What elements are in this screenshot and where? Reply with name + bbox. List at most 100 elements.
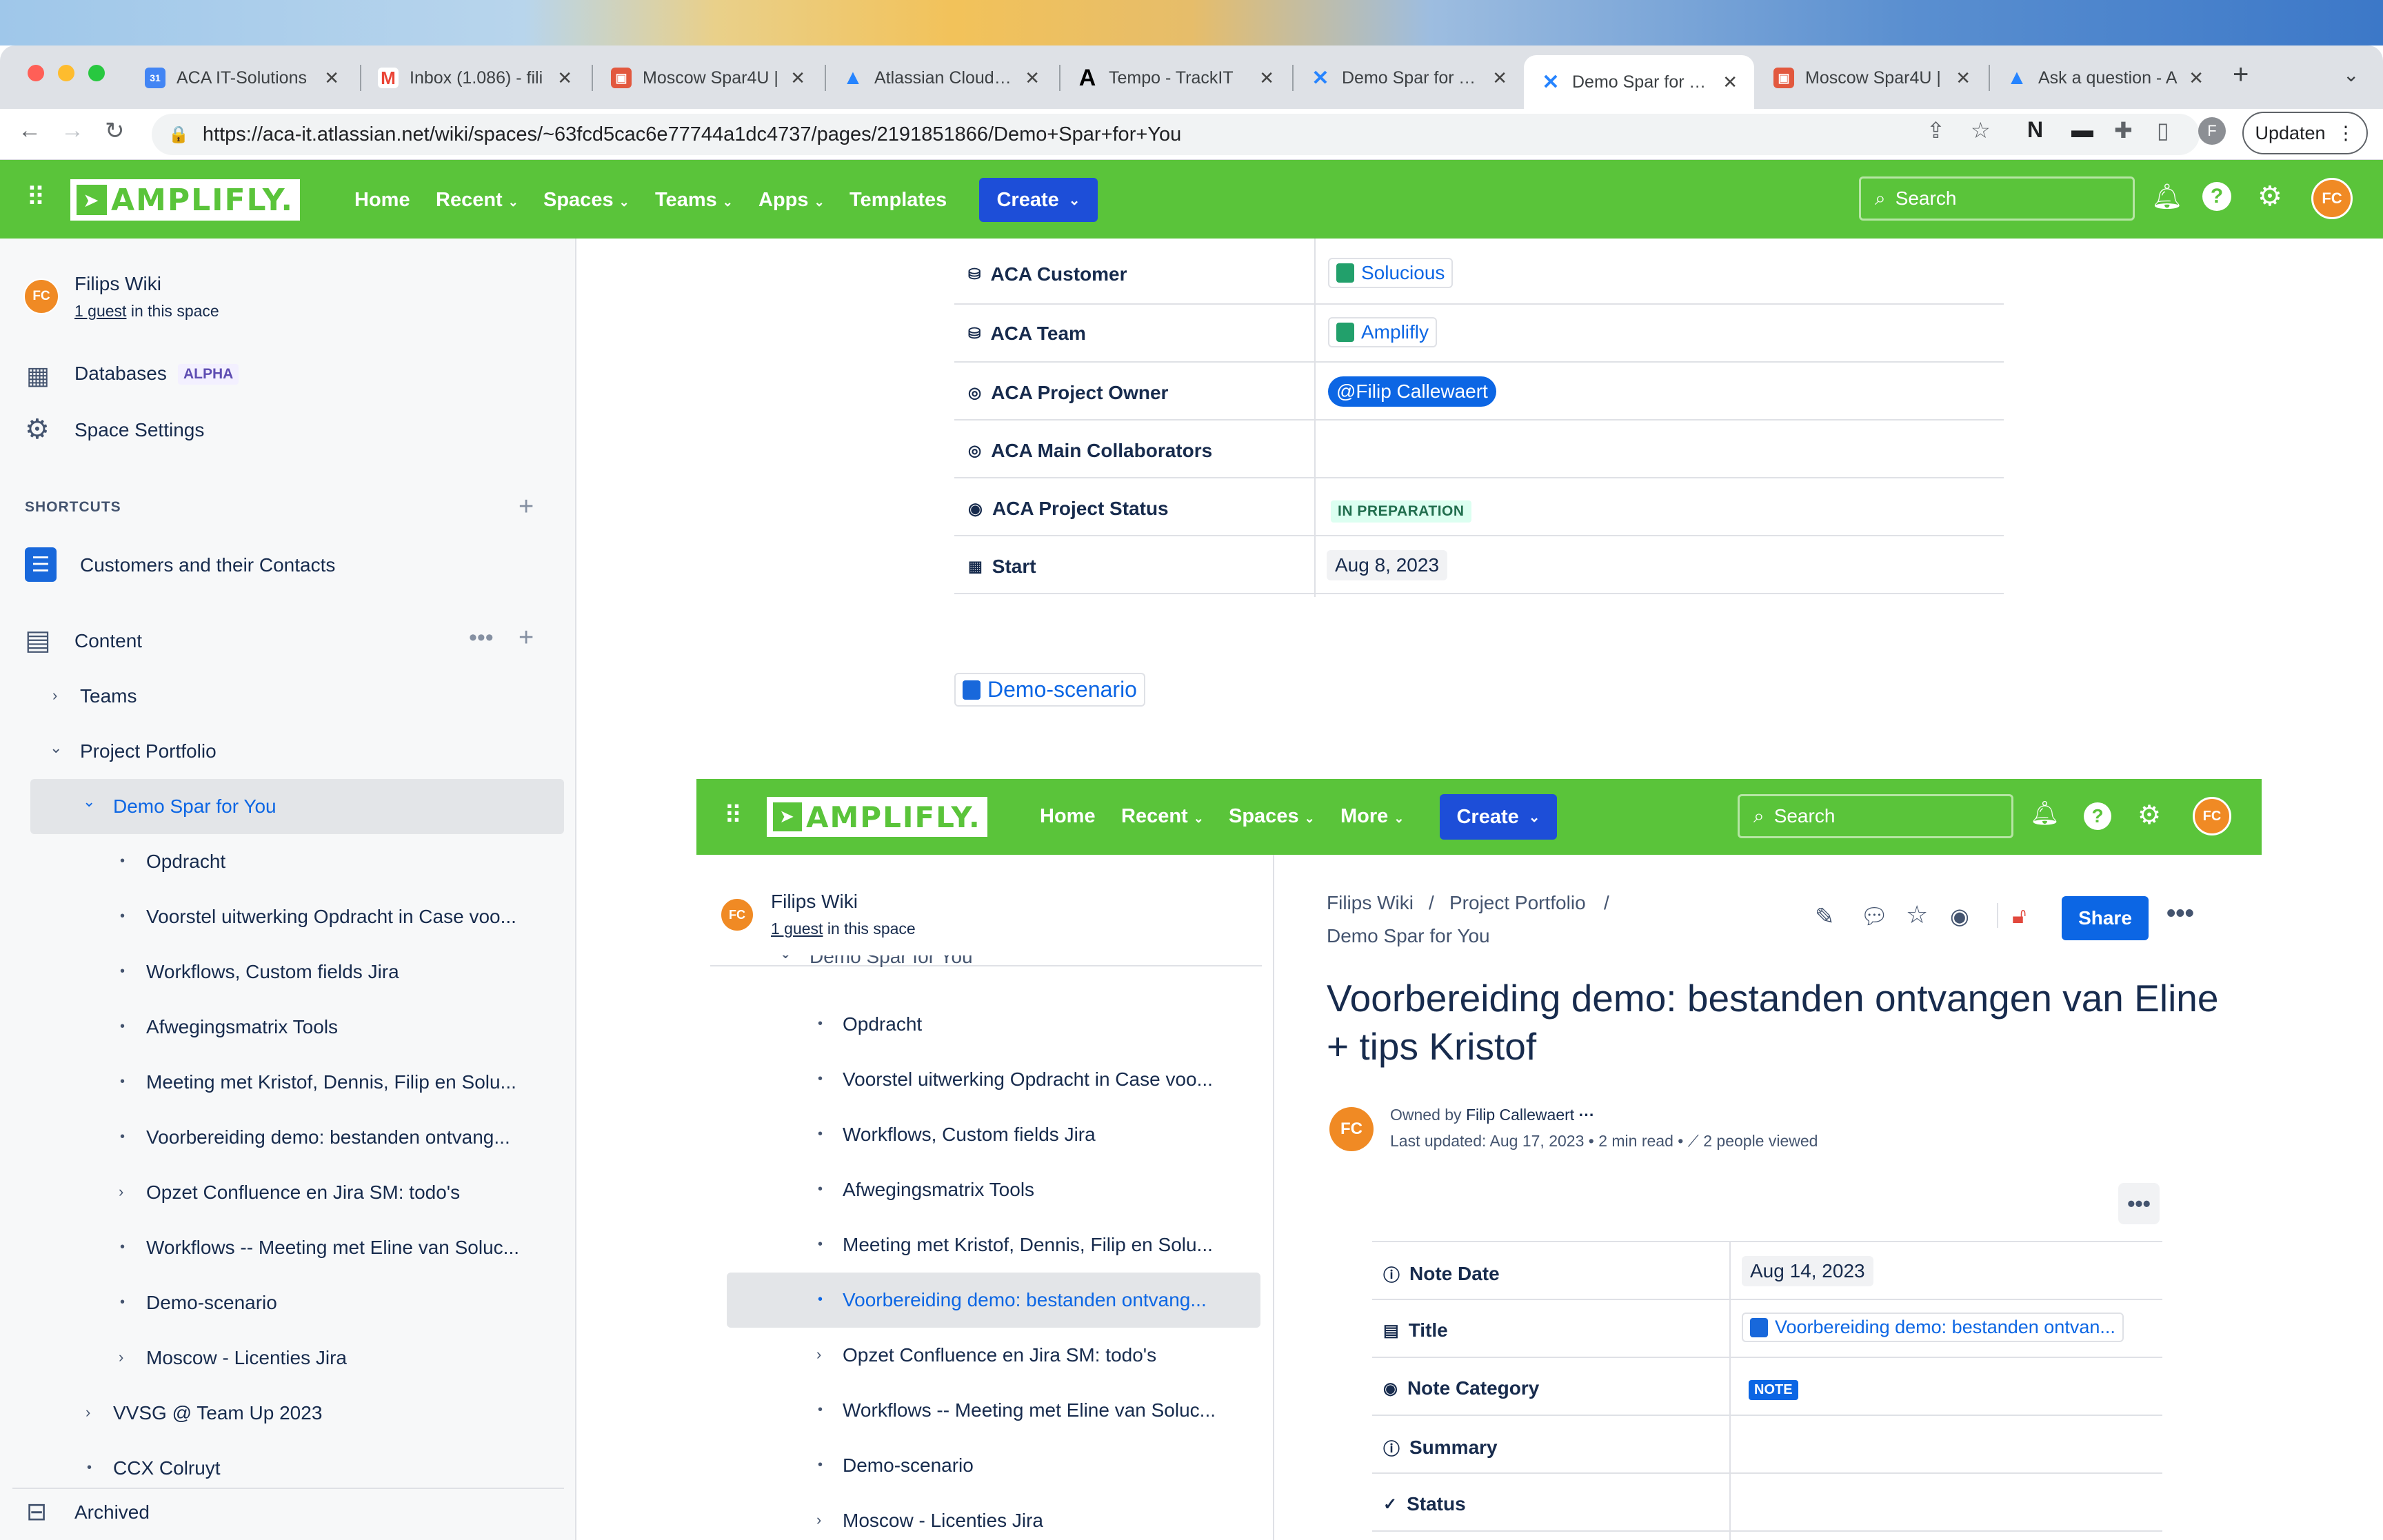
chevron-right-icon[interactable]: ›	[119, 1348, 123, 1366]
tree-item-ccx[interactable]: CCX Colruyt	[113, 1457, 221, 1479]
chevron-down-icon: ⌄	[619, 195, 630, 209]
close-tab-icon[interactable]: ✕	[1955, 68, 1971, 89]
user-avatar[interactable]: FC	[2311, 178, 2353, 219]
close-tab-icon[interactable]: ✕	[1025, 68, 1040, 89]
nav-templates[interactable]: Templates	[849, 189, 947, 212]
chevron-down-icon[interactable]: ⌄	[50, 739, 62, 757]
demo-scenario-link[interactable]: Demo-scenario	[954, 673, 1145, 707]
close-tab-icon[interactable]: ✕	[557, 68, 572, 89]
browser-tab-active[interactable]: ✕ Demo Spar for You ✕	[1524, 55, 1754, 109]
chevron-right-icon[interactable]: ›	[86, 1404, 90, 1421]
chevron-down-icon: ⌄	[1304, 811, 1315, 825]
tree-item-demo-spar[interactable]: Demo Spar for You	[113, 796, 276, 818]
maximize-window-button[interactable]	[88, 65, 105, 81]
tree-item-project-portfolio[interactable]: Project Portfolio	[80, 740, 217, 762]
browser-tab[interactable]: M Inbox (1.086) - fili ✕	[361, 55, 589, 101]
chevron-right-icon[interactable]: ›	[52, 687, 57, 705]
nav-home[interactable]: Home	[354, 189, 410, 212]
toolbar-divider	[1997, 903, 1998, 928]
tree-item-child[interactable]: Workflows -- Meeting met Eline van Soluc…	[146, 1237, 519, 1259]
add-shortcut-icon[interactable]: +	[519, 492, 534, 522]
atlassian-icon: ▲	[843, 66, 863, 89]
browser-tab[interactable]: A Tempo - TrackIT ✕	[1060, 55, 1291, 101]
app-switcher-icon: ⠿	[724, 801, 743, 829]
help-icon[interactable]: ?	[2202, 182, 2231, 211]
date-value: Aug 14, 2023	[1742, 1256, 1873, 1286]
puzzle-extensions-icon[interactable]: ✚	[2114, 117, 2133, 143]
nav-teams[interactable]: Teams ⌄	[655, 189, 733, 212]
space-name[interactable]: Filips Wiki	[74, 273, 161, 295]
page-link-chip[interactable]: Solucious	[1328, 258, 1454, 288]
close-tab-icon[interactable]: ✕	[1492, 68, 1507, 89]
guest-link[interactable]: 1 guest	[74, 302, 126, 320]
bullet: •	[818, 1292, 823, 1307]
minimize-window-button[interactable]	[58, 65, 74, 81]
nav-spaces[interactable]: Spaces ⌄	[543, 189, 630, 212]
bookmark-star-icon[interactable]: ☆	[1971, 117, 1991, 143]
tree-item-child[interactable]: Opzet Confluence en Jira SM: todo's	[146, 1182, 460, 1204]
browser-tab[interactable]: ▣ Moscow Spar4U | ✕	[1757, 55, 1987, 101]
user-mention[interactable]: @Filip Callewaert	[1328, 376, 1496, 407]
app-switcher-icon[interactable]: ⠿	[26, 182, 46, 213]
notifications-icon[interactable]: 🔔︎	[2151, 182, 2183, 211]
forward-icon[interactable]: →	[61, 117, 84, 144]
space-avatar[interactable]: FC	[23, 278, 59, 314]
tree-item-child[interactable]: Demo-scenario	[146, 1292, 277, 1314]
side-panel-icon[interactable]: ▯	[2157, 117, 2169, 143]
back-icon[interactable]: ←	[18, 117, 41, 144]
browser-tab[interactable]: ▲ Atlassian Cloud Pr ✕	[826, 55, 1056, 101]
lock-icon: 🔒	[168, 125, 189, 144]
share-page-icon[interactable]: ⇪	[1927, 117, 1945, 143]
tree-item-child[interactable]: Opdracht	[146, 851, 225, 873]
more-actions-icon[interactable]: •••	[469, 625, 494, 651]
sidebar-item-databases[interactable]: Databases	[74, 363, 167, 385]
settings-gear-icon[interactable]: ⚙	[2258, 181, 2282, 212]
close-tab-icon[interactable]: ✕	[2189, 68, 2204, 89]
browser-tab[interactable]: ▲ Ask a question - A ✕	[1990, 55, 2220, 101]
browser-tab[interactable]: ▣ Moscow Spar4U | ✕	[594, 55, 822, 101]
extension-icon[interactable]: ▬	[2071, 117, 2093, 143]
create-button[interactable]: Create ⌄	[979, 178, 1098, 222]
tab-separator	[592, 65, 593, 91]
tree-item-child[interactable]: Voorbereiding demo: bestanden ontvang...	[146, 1126, 510, 1148]
close-window-button[interactable]	[28, 65, 44, 81]
close-tab-icon[interactable]: ✕	[790, 68, 805, 89]
browser-tab[interactable]: ✕ Demo Spar for You ✕	[1294, 55, 1524, 101]
bullet: •	[87, 1460, 92, 1475]
nav-apps[interactable]: Apps ⌄	[758, 189, 825, 212]
user-avatar: FC	[2193, 797, 2231, 835]
browser-tab[interactable]: 31 ACA IT-Solutions ✕	[128, 55, 356, 101]
tree-item-vvsg[interactable]: VVSG @ Team Up 2023	[113, 1402, 322, 1424]
sidebar-item-space-settings[interactable]: Space Settings	[74, 419, 204, 441]
chevron-right-icon[interactable]: ›	[119, 1183, 123, 1201]
tree-item-child[interactable]: Voorstel uitwerking Opdracht in Case voo…	[146, 906, 516, 928]
nav-recent[interactable]: Recent ⌄	[436, 189, 519, 212]
breadcrumb-separator: /	[1429, 892, 1434, 913]
tab-search-chevron-icon[interactable]: ⌄	[2343, 63, 2359, 86]
sidebar-item-content[interactable]: Content	[74, 630, 142, 652]
tree-item-child[interactable]: Meeting met Kristof, Dennis, Filip en So…	[146, 1071, 516, 1093]
chevron-down-icon[interactable]: ⌄	[83, 793, 95, 811]
shortcut-customers-contacts[interactable]: Customers and their Contacts	[80, 554, 335, 576]
close-tab-icon[interactable]: ✕	[1722, 72, 1738, 93]
tree-item-child[interactable]: Workflows, Custom fields Jira	[146, 961, 399, 983]
tree-item-teams[interactable]: Teams	[80, 685, 137, 707]
reload-icon[interactable]: ↻	[105, 117, 125, 145]
sidebar-item-archived[interactable]: Archived	[74, 1501, 150, 1523]
tree-item-child[interactable]: Moscow - Licenties Jira	[146, 1347, 347, 1369]
search-input[interactable]: ⌕ Search	[1859, 176, 2135, 221]
add-content-icon[interactable]: +	[519, 623, 534, 653]
close-tab-icon[interactable]: ✕	[1259, 68, 1274, 89]
notion-extension-icon[interactable]: N	[2027, 117, 2043, 143]
profile-avatar[interactable]: F	[2198, 117, 2226, 145]
update-chrome-button[interactable]: Updaten ⋮	[2242, 112, 2368, 154]
tree-item-selected-bg	[30, 779, 564, 834]
new-tab-icon[interactable]: +	[2233, 59, 2249, 90]
amplifly-logo[interactable]: ➤ AMPLIFLY.	[70, 179, 301, 221]
close-tab-icon[interactable]: ✕	[324, 68, 339, 89]
page-link-chip[interactable]: Amplifly	[1328, 317, 1438, 347]
bullet: •	[120, 1019, 125, 1034]
tree-item-child[interactable]: Afwegingsmatrix Tools	[146, 1016, 338, 1038]
space-avatar: FC	[720, 898, 754, 932]
address-bar[interactable]: 🔒 https://aca-it.atlassian.net/wiki/spac…	[152, 114, 2200, 155]
